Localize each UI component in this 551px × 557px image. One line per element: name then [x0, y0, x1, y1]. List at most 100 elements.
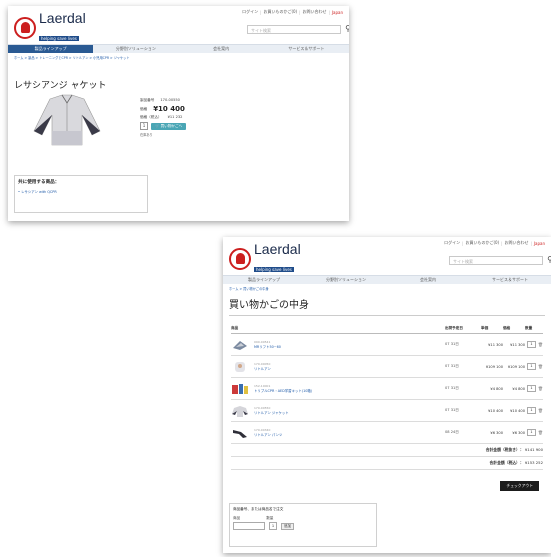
item-name-link[interactable]: リトルアン — [254, 366, 445, 371]
cart-row: 152-10001 トリプルCPR・AED学習キット(10箱) 07 31日 ¥4… — [231, 378, 543, 400]
line-total: ¥4 800 — [512, 386, 525, 391]
trash-icon[interactable]: 🗑 — [538, 386, 543, 391]
product-thumbnail — [233, 429, 247, 438]
col-price: 価格 — [503, 326, 511, 330]
qty-input[interactable]: 1 — [526, 385, 536, 392]
nav-company[interactable]: 会社案内 — [387, 276, 469, 284]
quick-add-button[interactable]: 追加 — [281, 522, 295, 530]
laerdal-logo[interactable]: Laerdal helping save lives — [229, 242, 301, 275]
product-info: 製品番号 170-00550 価格 ¥10 400 価格（税込） ¥11 232 1 🛒… — [140, 98, 187, 137]
tax-price: ¥11 232 — [167, 115, 183, 119]
related-item-link[interactable]: • レサシアン with QCPR — [18, 189, 144, 194]
ship-date: 08 24日 — [445, 430, 459, 434]
product-page-screenshot: Laerdal helping save lives ログイン | お買いものかご… — [8, 6, 349, 221]
checkout-button[interactable]: チェックアウト — [500, 481, 539, 491]
line-total: ¥109 100 — [507, 364, 525, 369]
site-header: Laerdal helping save lives ログイン | お買いものかご… — [223, 237, 551, 275]
line-total: ¥6 300 — [512, 430, 525, 435]
site-header: Laerdal helping save lives ログイン | お買いものかご… — [8, 6, 349, 44]
price: ¥10 400 — [153, 105, 185, 113]
cart-row: 170-00340 リトルアン パンツ 08 24日 ¥6 300 ¥6 300 … — [231, 422, 543, 444]
nav-products[interactable]: 製品ラインアップ — [8, 45, 94, 53]
cart-row: 090-00541 MRリフト50~60 07 31日 ¥11 300 ¥11 3… — [231, 334, 543, 356]
country-selector[interactable]: Japan — [332, 10, 343, 15]
line-total: ¥10 400 — [510, 408, 525, 413]
main-nav: 製品ラインアップ 分野別ソリューション 会社案内 サービス＆サポート — [223, 275, 551, 284]
qty-input[interactable]: 1 — [526, 429, 536, 436]
unit-price: ¥4 800 — [490, 386, 503, 391]
quick-order-title: 商品番号、または商品名で注文 — [233, 507, 284, 511]
ship-date: 07 31日 — [445, 408, 459, 412]
product-thumbnail — [232, 405, 248, 417]
col-ship-date: 出荷予定日 — [445, 326, 463, 330]
top-links: ログイン | お買いものかご(0) | お問い合わせ | Japan — [242, 9, 343, 15]
cart-icon: 🛒 — [155, 124, 160, 128]
stock-status: 在庫あり — [140, 133, 153, 137]
product-thumbnail — [235, 361, 245, 372]
product-thumbnail — [233, 340, 247, 350]
login-link[interactable]: ログイン — [242, 9, 258, 15]
trash-icon[interactable]: 🗑 — [538, 342, 543, 347]
nav-support[interactable]: サービス＆サポート — [469, 276, 551, 284]
quantity-input[interactable]: 1 — [140, 122, 148, 130]
quick-qty-label: 数量 — [266, 516, 274, 520]
trash-icon[interactable]: 🗑 — [538, 430, 543, 435]
related-products-box: 共に使用する商品： • レサシアン with QCPR — [14, 175, 148, 213]
brand-tagline: helping save lives — [39, 36, 79, 41]
contact-link[interactable]: お問い合わせ — [504, 240, 528, 246]
total-value: ¥153 252 — [524, 460, 543, 465]
cart-page-screenshot: Laerdal helping save lives ログイン | お買いものかご… — [223, 237, 551, 553]
laerdal-logo-icon — [14, 16, 36, 39]
breadcrumb[interactable]: ホーム > 買い物かごの中身 — [223, 284, 551, 293]
search-icon[interactable]: ⚲ — [345, 24, 349, 33]
item-name-link[interactable]: リトルアン ジャケット — [254, 410, 445, 415]
quick-order-box: 商品番号、または商品名で注文 商品 数量 1 追加 — [229, 503, 377, 547]
trash-icon[interactable]: 🗑 — [538, 364, 543, 369]
jacket-product-image — [33, 94, 101, 146]
product-thumbnail — [232, 383, 248, 394]
product-no-label: 製品番号 — [140, 98, 155, 102]
item-name-link[interactable]: トリプルCPR・AED学習キット(10箱) — [254, 388, 445, 393]
ship-date: 07 31日 — [445, 364, 459, 368]
col-unit-price: 単価 — [481, 326, 489, 330]
add-to-cart-button[interactable]: 🛒 買い物かごへ — [151, 123, 187, 130]
cart-link[interactable]: お買いものかご(0) — [263, 9, 297, 15]
quick-product-input[interactable] — [233, 522, 265, 530]
search-input[interactable]: サイト検索 ⚲ — [247, 24, 349, 34]
unit-price: ¥109 100 — [485, 364, 503, 369]
nav-solutions[interactable]: 分野別ソリューション — [305, 276, 387, 284]
nav-company[interactable]: 会社案内 — [179, 45, 264, 53]
breadcrumb[interactable]: ホーム > 製品 > トレーニングとCPR > リトルアン > 小児用CPR >… — [8, 53, 349, 62]
product-no: 170-00550 — [160, 98, 180, 102]
item-name-link[interactable]: リトルアン パンツ — [254, 432, 445, 437]
trash-icon[interactable]: 🗑 — [538, 408, 543, 413]
search-icon[interactable]: ⚲ — [547, 255, 551, 264]
main-nav: 製品ラインアップ 分野別ソリューション 会社案内 サービス＆サポート — [8, 44, 349, 53]
unit-price: ¥11 300 — [488, 342, 503, 347]
col-product: 商品 — [231, 326, 239, 330]
cart-row: 170-00550 リトルアン ジャケット 07 31日 ¥10 400 ¥10 … — [231, 400, 543, 422]
country-selector[interactable]: Japan — [534, 241, 545, 246]
item-name-link[interactable]: MRリフト50~60 — [254, 344, 445, 349]
total-row: 合計金額（税込）： ¥153 252 — [231, 457, 543, 470]
laerdal-logo[interactable]: Laerdal helping save lives — [14, 11, 86, 44]
top-links: ログイン | お買いものかご(0) | お問い合わせ | Japan — [444, 240, 545, 246]
brand-name: Laerdal — [254, 241, 301, 257]
nav-solutions[interactable]: 分野別ソリューション — [93, 45, 178, 53]
nav-products[interactable]: 製品ラインアップ — [223, 276, 305, 284]
qty-input[interactable]: 1 — [526, 363, 536, 370]
cart-link[interactable]: お買いものかご(0) — [465, 240, 499, 246]
related-title: 共に使用する商品： — [18, 180, 60, 185]
price-label: 価格 — [140, 106, 148, 111]
unit-price: ¥6 300 — [490, 430, 503, 435]
contact-link[interactable]: お問い合わせ — [302, 9, 326, 15]
nav-support[interactable]: サービス＆サポート — [264, 45, 349, 53]
qty-input[interactable]: 1 — [526, 341, 536, 348]
page-title: 買い物かごの中身 — [229, 293, 545, 316]
laerdal-logo-icon — [229, 247, 251, 270]
quick-qty-input[interactable]: 1 — [269, 522, 277, 530]
search-input[interactable]: サイト検索 ⚲ — [449, 255, 551, 265]
qty-input[interactable]: 1 — [526, 407, 536, 414]
brand-tagline: helping save lives — [254, 267, 294, 272]
login-link[interactable]: ログイン — [444, 240, 460, 246]
